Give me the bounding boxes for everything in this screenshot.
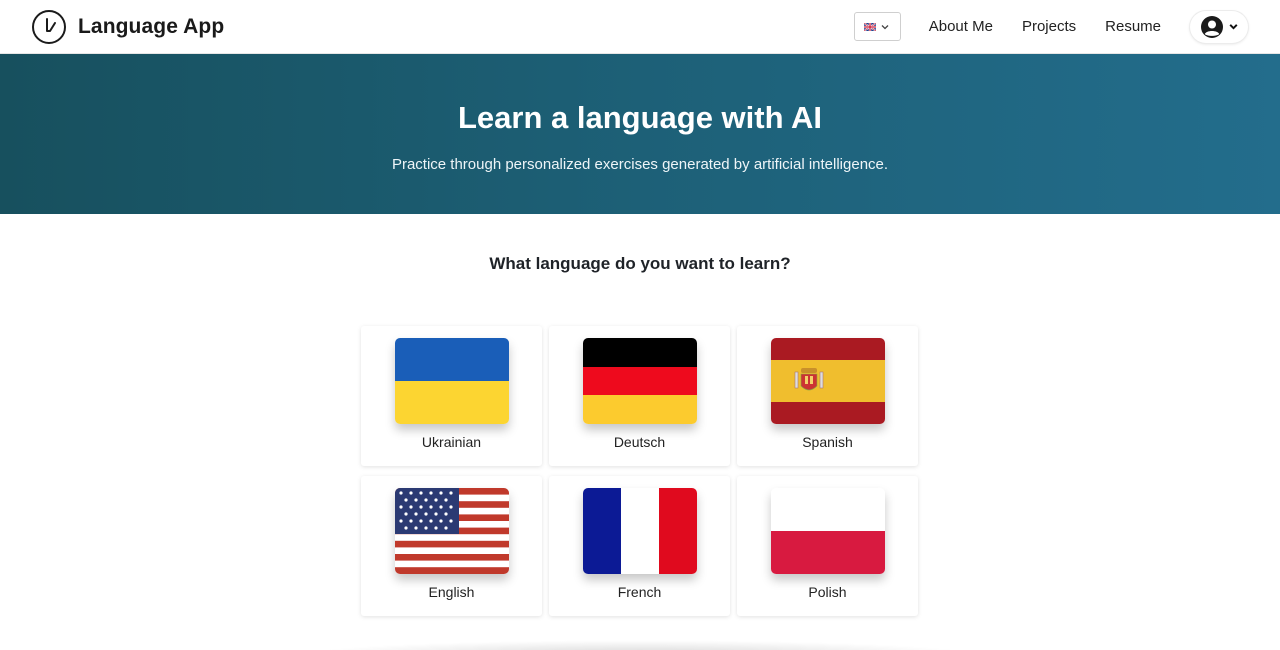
language-selector[interactable] (853, 12, 901, 41)
chevron-down-icon (1228, 24, 1238, 30)
germany-flag-icon (582, 338, 697, 424)
language-card-deutsch[interactable]: Deutsch (549, 326, 730, 466)
language-card-ukrainian[interactable]: Ukrainian (361, 326, 542, 466)
language-label: French (617, 584, 662, 600)
language-label: Spanish (802, 434, 853, 450)
france-flag-icon (582, 488, 697, 574)
hero-subtitle: Practice through personalized exercises … (391, 155, 889, 173)
user-menu-button[interactable] (1190, 10, 1248, 43)
language-label: Ukrainian (421, 434, 482, 450)
usa-flag-icon (394, 488, 509, 574)
top-navbar: Language App About Me Projects Resume (0, 0, 1280, 54)
brand[interactable]: Language App (32, 9, 225, 44)
language-card-english[interactable]: English (361, 476, 542, 616)
logo-icon (32, 9, 66, 44)
language-label: Polish (808, 584, 847, 600)
language-card-french[interactable]: French (549, 476, 730, 616)
uk-flag-icon (864, 22, 877, 31)
main-nav: About Me Projects Resume (853, 10, 1248, 43)
hero-banner: Learn a language with AI Practice throug… (0, 54, 1280, 214)
chevron-down-icon (881, 24, 889, 29)
bottom-shadow (300, 640, 980, 650)
nav-projects[interactable]: Projects (1022, 18, 1076, 35)
user-avatar-icon (1200, 15, 1223, 38)
spain-flag-icon (770, 338, 885, 424)
language-label: Deutsch (613, 434, 666, 450)
app-title: Language App (78, 14, 225, 38)
language-grid: Ukrainian Deutsch Spanish English French… (361, 326, 918, 616)
nav-resume[interactable]: Resume (1105, 18, 1161, 35)
language-card-spanish[interactable]: Spanish (737, 326, 918, 466)
language-question: What language do you want to learn? (489, 254, 791, 273)
ukraine-flag-icon (394, 338, 509, 424)
poland-flag-icon (770, 488, 885, 574)
hero-title: Learn a language with AI (457, 99, 823, 135)
nav-about-me[interactable]: About Me (929, 18, 993, 35)
language-card-polish[interactable]: Polish (737, 476, 918, 616)
language-label: English (428, 584, 475, 600)
